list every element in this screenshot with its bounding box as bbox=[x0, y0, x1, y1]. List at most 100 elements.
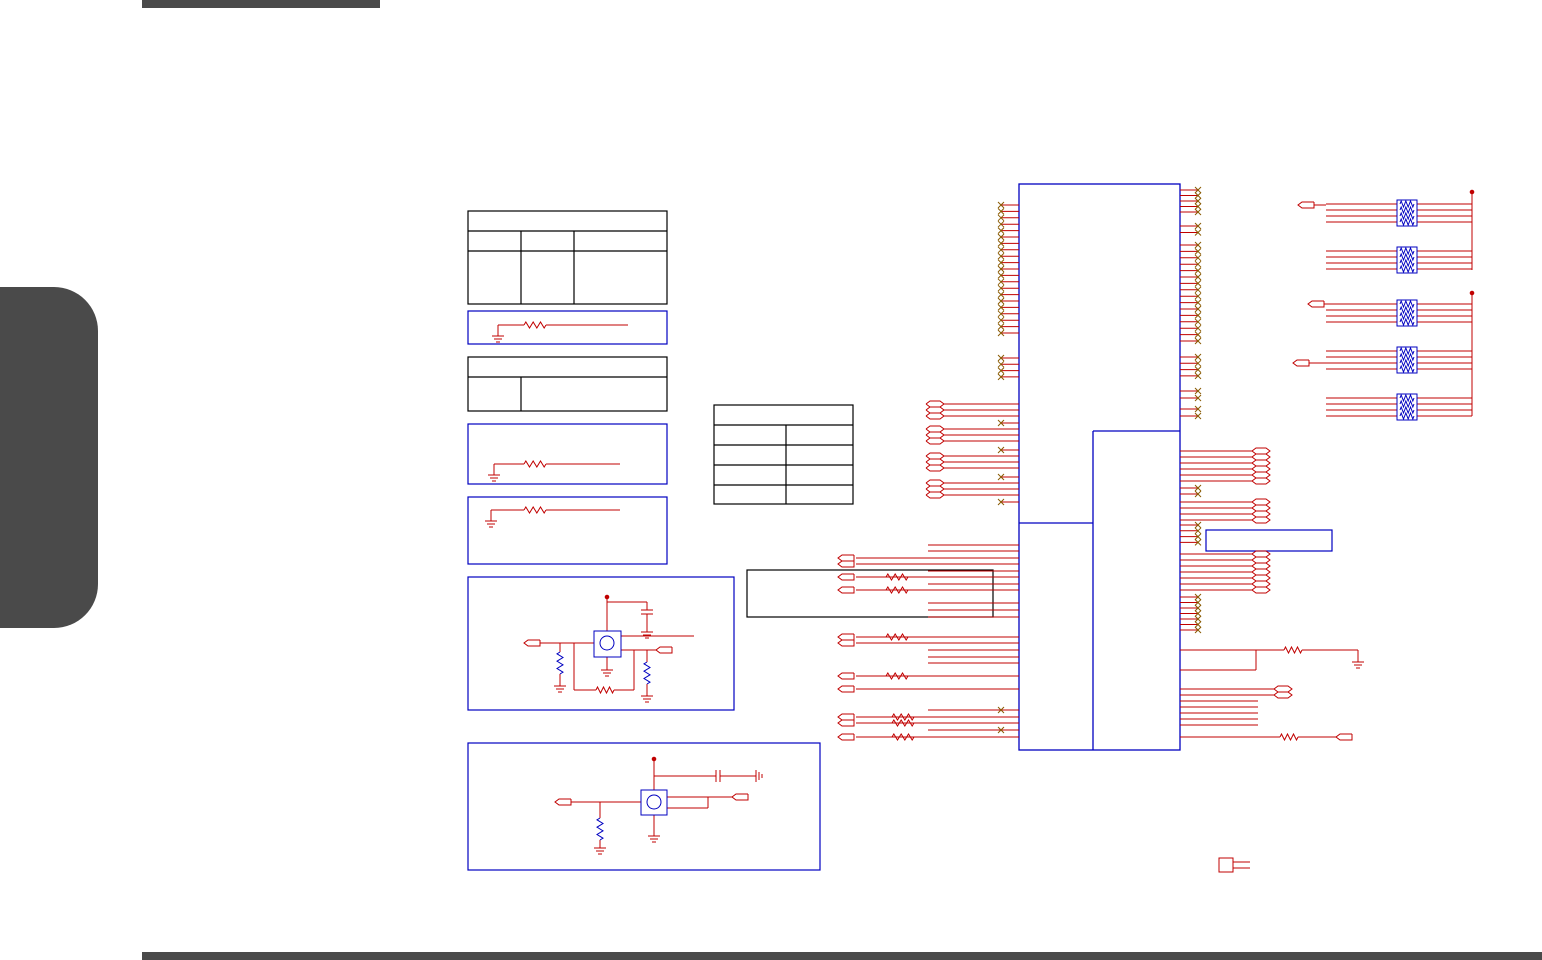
port-connector bbox=[1251, 504, 1271, 512]
port-connector bbox=[1251, 510, 1271, 518]
series-resistor bbox=[885, 633, 909, 641]
resistor-network-element bbox=[1399, 364, 1415, 374]
port-connector bbox=[925, 479, 945, 487]
port-connector bbox=[1251, 453, 1271, 461]
bias-resistor bbox=[643, 661, 651, 685]
series-resistor bbox=[891, 719, 915, 727]
port-connector bbox=[1251, 465, 1271, 473]
resistor-network-element bbox=[1399, 411, 1415, 421]
port-connector bbox=[1251, 556, 1271, 564]
port-connector bbox=[925, 458, 945, 466]
transistor-circuit-frame-1 bbox=[467, 576, 735, 711]
signal-port bbox=[837, 560, 855, 568]
port-connector bbox=[925, 464, 945, 472]
resistor-network-element bbox=[1399, 299, 1415, 309]
resistor-network-element bbox=[1399, 258, 1415, 268]
series-resistor bbox=[885, 672, 909, 680]
strap-table-a bbox=[467, 210, 668, 305]
resistor-network-element bbox=[1399, 252, 1415, 262]
power-rail-dot bbox=[1469, 189, 1475, 195]
strap-table-b bbox=[467, 356, 668, 412]
pulldown-resistor bbox=[1283, 645, 1303, 655]
feedback-resistor bbox=[595, 685, 615, 695]
resistor-network-element bbox=[1399, 205, 1415, 215]
port-connector bbox=[925, 485, 945, 493]
highlight-box bbox=[1205, 529, 1333, 552]
transistor-package bbox=[593, 630, 622, 658]
signal-port bbox=[837, 586, 855, 594]
schematic-diagram bbox=[467, 183, 1475, 873]
resistor-network-element bbox=[1399, 317, 1415, 327]
passive-components bbox=[485, 189, 1475, 873]
port-connector bbox=[1251, 568, 1271, 576]
bias-resistor bbox=[556, 651, 564, 675]
port-connector bbox=[925, 491, 945, 499]
no-connect-markers bbox=[997, 186, 1202, 734]
port-connector bbox=[925, 425, 945, 433]
resistor-network-element bbox=[1399, 311, 1415, 321]
power-rail-dot bbox=[651, 756, 657, 762]
pulldown-frame-3 bbox=[467, 496, 668, 565]
legend-symbol bbox=[1218, 857, 1234, 873]
pulldown-resistor bbox=[523, 506, 547, 514]
bias-resistor bbox=[596, 817, 604, 841]
resistor-network-element bbox=[1399, 399, 1415, 409]
signal-port bbox=[837, 713, 855, 721]
signal-port bbox=[1335, 733, 1353, 741]
signal-port bbox=[1307, 300, 1325, 308]
port-connector bbox=[1251, 471, 1271, 479]
signal-port bbox=[523, 639, 541, 647]
resistor-network-element bbox=[1399, 217, 1415, 227]
port-connector bbox=[1251, 477, 1271, 485]
bus-port bbox=[1273, 691, 1293, 699]
signal-port bbox=[837, 685, 855, 693]
strap-table-c bbox=[713, 404, 854, 505]
port-connector bbox=[925, 431, 945, 439]
port-connector bbox=[925, 437, 945, 445]
transistor-body bbox=[646, 794, 662, 810]
transistor-circuit-frame-2 bbox=[467, 742, 821, 871]
resistor-network-element bbox=[1399, 264, 1415, 274]
main-ic-body bbox=[1018, 183, 1181, 751]
port-connector bbox=[1251, 586, 1271, 594]
port-connector bbox=[925, 406, 945, 414]
signal-port bbox=[1297, 201, 1315, 209]
power-rail-dot bbox=[604, 594, 610, 600]
port-connector bbox=[1251, 498, 1271, 506]
resistor-network-element bbox=[1399, 405, 1415, 415]
port-connector bbox=[925, 412, 945, 420]
option-tables bbox=[467, 210, 994, 618]
resistor-network-element bbox=[1399, 305, 1415, 315]
port-connector bbox=[1251, 459, 1271, 467]
port-connector bbox=[925, 452, 945, 460]
signal-wires bbox=[490, 189, 1473, 842]
transistor-body bbox=[599, 635, 615, 651]
transistor-package bbox=[640, 789, 668, 816]
port-connector bbox=[1251, 574, 1271, 582]
signal-port bbox=[837, 639, 855, 647]
port-connector bbox=[1251, 550, 1271, 558]
bus-port bbox=[1273, 685, 1293, 693]
series-resistor bbox=[885, 586, 909, 594]
port-connector bbox=[925, 400, 945, 408]
pulldown-resistor bbox=[523, 460, 547, 468]
power-rail-dot bbox=[1469, 290, 1475, 296]
signal-port bbox=[837, 672, 855, 680]
resistor-network-element bbox=[1399, 393, 1415, 403]
port-connector bbox=[1251, 580, 1271, 588]
port-connector bbox=[1251, 516, 1271, 524]
resistor-network-element bbox=[1399, 346, 1415, 356]
signal-port bbox=[554, 798, 572, 806]
port-connector bbox=[1251, 562, 1271, 570]
main-ic-symbol bbox=[1018, 183, 1181, 751]
signal-port bbox=[731, 793, 749, 801]
port-connectors bbox=[523, 201, 1353, 806]
series-resistor bbox=[885, 573, 909, 581]
signal-port bbox=[837, 733, 855, 741]
resistor-network-element bbox=[1399, 211, 1415, 221]
series-resistor bbox=[891, 733, 915, 741]
port-connector bbox=[1251, 447, 1271, 455]
signal-port bbox=[837, 573, 855, 581]
signal-port bbox=[837, 554, 855, 562]
signal-port bbox=[837, 633, 855, 641]
